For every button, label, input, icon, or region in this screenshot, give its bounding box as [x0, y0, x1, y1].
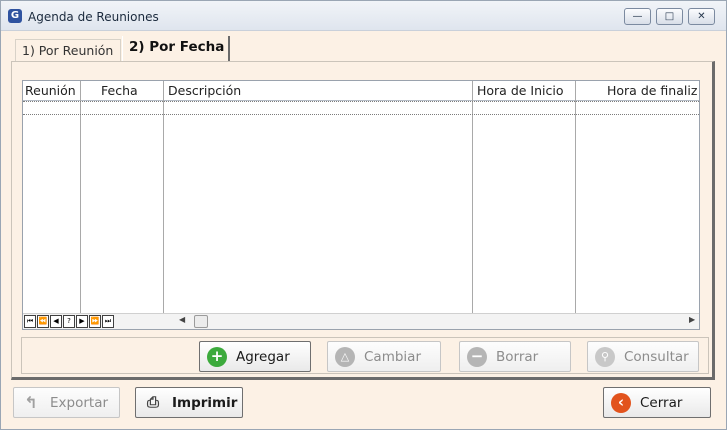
tab-por-reunion[interactable]: 1) Por Reunión — [15, 39, 121, 61]
agregar-button[interactable]: + Agregar — [199, 341, 311, 372]
grid-navigator-bar: ⏮ ⏪ ◀ ? ▶ ⏩ ⏭ ◀ ▶ — [23, 313, 699, 329]
agregar-label: Agregar — [236, 349, 290, 365]
last-record-icon[interactable]: ⏭ — [102, 315, 114, 328]
column-header-descripcion[interactable]: Descripción — [168, 83, 241, 98]
exportar-label: Exportar — [50, 395, 109, 411]
horizontal-scroll-thumb[interactable] — [194, 315, 208, 328]
cambiar-button[interactable]: △ Cambiar — [327, 341, 441, 372]
borrar-button[interactable]: − Borrar — [459, 341, 571, 372]
consultar-label: Consultar — [624, 349, 689, 365]
printer-icon: ⎙ — [146, 393, 159, 411]
close-window-button[interactable]: ✕ — [688, 8, 715, 25]
title-bar[interactable]: G Agenda de Reuniones — □ ✕ — [1, 1, 726, 31]
scroll-left-icon[interactable]: ◀ — [179, 315, 185, 324]
imprimir-label: Imprimir — [172, 395, 238, 411]
imprimir-button[interactable]: ⎙ Imprimir — [135, 387, 243, 418]
column-divider — [80, 81, 81, 313]
tab-por-fecha[interactable]: 2) Por Fecha — [122, 36, 230, 62]
app-icon: G — [8, 9, 22, 23]
minimize-button[interactable]: — — [624, 8, 651, 25]
column-divider — [575, 81, 576, 313]
consultar-button[interactable]: ⚲ Consultar — [587, 341, 699, 372]
column-header-hora-inicio[interactable]: Hora de Inicio — [477, 83, 564, 98]
window-title: Agenda de Reuniones — [28, 10, 159, 24]
grid-header: Reunión Fecha Descripción Hora de Inicio… — [23, 81, 699, 101]
exportar-button[interactable]: ↰ Exportar — [13, 387, 120, 418]
prev-record-icon[interactable]: ◀ — [50, 315, 62, 328]
next-page-icon[interactable]: ⏩ — [89, 315, 101, 328]
minus-circle-icon: − — [467, 347, 487, 367]
agenda-window: G Agenda de Reuniones — □ ✕ 1) Por Reuni… — [0, 0, 727, 430]
empty-row-border — [23, 114, 699, 115]
next-record-icon[interactable]: ▶ — [76, 315, 88, 328]
column-header-hora-finalizacion[interactable]: Hora de finaliz — [607, 83, 697, 98]
prev-page-icon[interactable]: ⏪ — [37, 315, 49, 328]
column-header-fecha[interactable]: Fecha — [101, 83, 138, 98]
cambiar-label: Cambiar — [364, 349, 421, 365]
column-header-reunion[interactable]: Reunión — [25, 83, 76, 98]
borrar-label: Borrar — [496, 349, 539, 365]
empty-row-border — [23, 101, 699, 102]
scroll-right-icon[interactable]: ▶ — [689, 315, 695, 324]
export-arrow-icon: ↰ — [24, 393, 38, 412]
find-record-icon[interactable]: ? — [63, 315, 75, 328]
meetings-grid[interactable]: Reunión Fecha Descripción Hora de Inicio… — [22, 80, 700, 330]
cerrar-label: Cerrar — [640, 395, 683, 411]
maximize-button[interactable]: □ — [656, 8, 683, 25]
column-divider — [163, 81, 164, 313]
back-arrow-icon: ‹ — [611, 393, 631, 413]
plus-circle-icon: + — [207, 347, 227, 367]
column-divider — [472, 81, 473, 313]
people-search-icon: ⚲ — [595, 347, 615, 367]
cerrar-button[interactable]: ‹ Cerrar — [603, 387, 711, 418]
first-record-icon[interactable]: ⏮ — [24, 315, 36, 328]
triangle-circle-icon: △ — [335, 347, 355, 367]
